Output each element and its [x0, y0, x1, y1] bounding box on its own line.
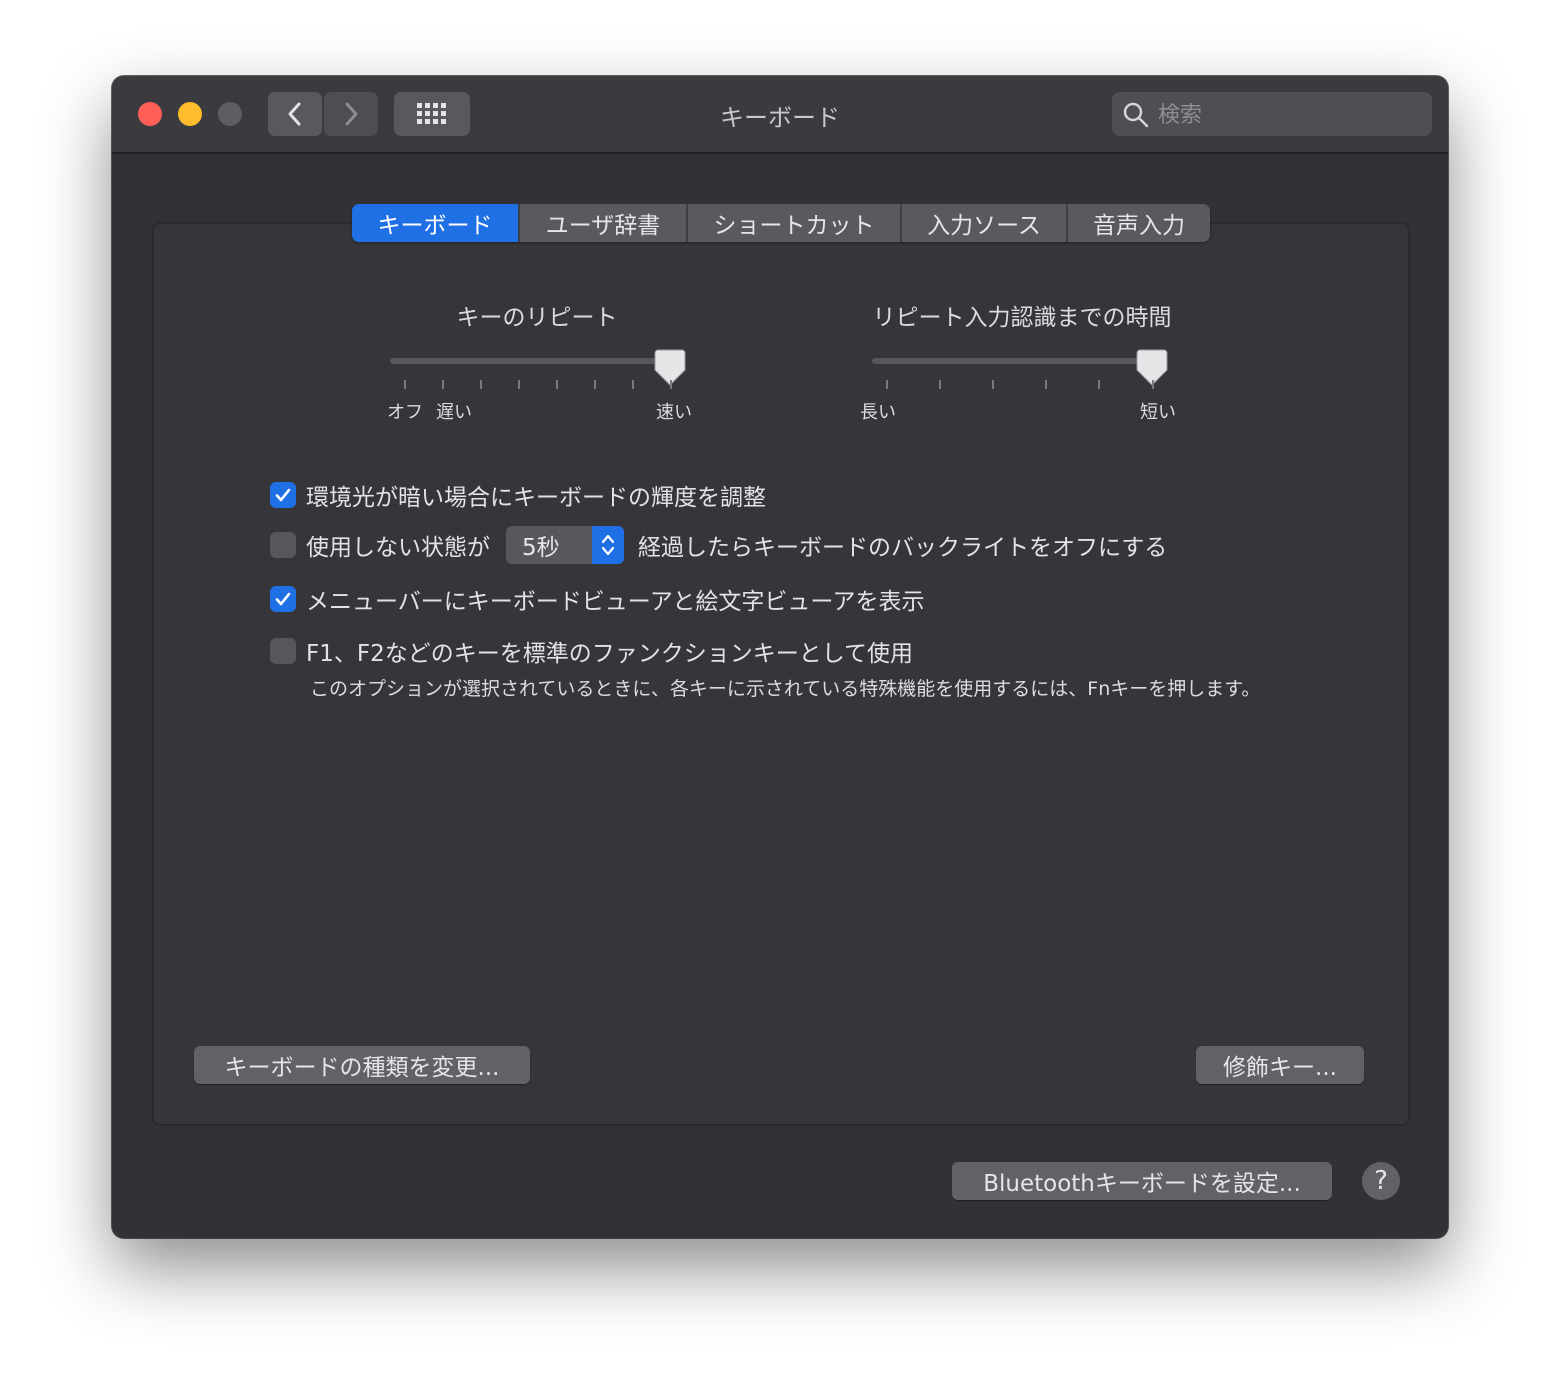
slider-tick: [886, 380, 888, 389]
slider-tick: [594, 380, 596, 389]
repeat-delay-long-label: 長い: [860, 402, 896, 423]
key-repeat-off-label: オフ: [387, 402, 423, 423]
tab-user-dictionary[interactable]: ユーザ辞書: [520, 204, 688, 242]
key-repeat-title: キーのリピート: [456, 305, 618, 331]
fn-keys-checkbox[interactable]: [270, 638, 296, 664]
repeat-delay-short-label: 短い: [1140, 402, 1176, 423]
fn-keys-note: このオプションが選択されているときに、各キーに示されている特殊機能を使用するには…: [310, 678, 1261, 700]
repeat-delay-slider-track[interactable]: [872, 358, 1162, 364]
ambient-light-label[interactable]: 環境光が暗い場合にキーボードの輝度を調整: [306, 478, 766, 512]
updown-arrows-icon: [592, 526, 624, 564]
backlight-off-checkbox[interactable]: [270, 532, 296, 558]
help-button[interactable]: ?: [1362, 1162, 1400, 1200]
repeat-delay-title: リピート入力認識までの時間: [872, 305, 1172, 331]
modifier-keys-button[interactable]: 修飾キー...: [1196, 1046, 1364, 1084]
checkmark-icon: [275, 592, 291, 606]
tab-input-sources[interactable]: 入力ソース: [902, 204, 1068, 242]
ambient-light-checkbox[interactable]: [270, 482, 296, 508]
slider-tick: [992, 380, 994, 389]
backlight-off-suffix-label: 経過したらキーボードのバックライトをオフにする: [638, 535, 1168, 561]
menubar-viewer-option: メニューバーにキーボードビューアと絵文字ビューアを表示: [270, 582, 924, 616]
key-repeat-slider-track[interactable]: [390, 358, 680, 364]
tab-keyboard[interactable]: キーボード: [352, 204, 520, 242]
slider-tick: [518, 380, 520, 389]
checkmark-icon: [275, 488, 291, 502]
slider-tick: [480, 380, 482, 389]
key-repeat-fast-label: 速い: [656, 402, 692, 423]
menubar-viewer-checkbox[interactable]: [270, 586, 296, 612]
fn-keys-label[interactable]: F1、F2などのキーを標準のファンクションキーとして使用: [306, 634, 913, 668]
menubar-viewer-label[interactable]: メニューバーにキーボードビューアと絵文字ビューアを表示: [306, 582, 924, 616]
title-bar: キーボード: [112, 76, 1448, 154]
tab-dictation[interactable]: 音声入力: [1068, 204, 1210, 242]
slider-tick: [632, 380, 634, 389]
keyboard-preferences-window: キーボード キーボード ユーザ辞書 ショートカット 入力ソース 音声入力 キーの…: [112, 76, 1448, 1238]
backlight-off-prefix-label[interactable]: 使用しない状態が: [306, 528, 490, 562]
slider-tick: [1098, 380, 1100, 389]
search-icon: [1123, 102, 1149, 128]
key-repeat-slow-label: 遅い: [436, 402, 472, 423]
slider-tick: [1152, 380, 1154, 389]
setup-bluetooth-keyboard-button[interactable]: Bluetoothキーボードを設定...: [952, 1162, 1332, 1200]
search-field[interactable]: [1112, 92, 1432, 136]
slider-tick: [939, 380, 941, 389]
slider-tick: [442, 380, 444, 389]
slider-tick: [404, 380, 406, 389]
change-keyboard-type-button[interactable]: キーボードの種類を変更...: [194, 1046, 530, 1084]
backlight-off-option: 使用しない状態が 5秒 経過したらキーボードのバックライトをオフにする: [270, 526, 1167, 564]
fn-keys-option: F1、F2などのキーを標準のファンクションキーとして使用: [270, 634, 913, 668]
tab-shortcuts[interactable]: ショートカット: [688, 204, 902, 242]
search-input[interactable]: [1156, 98, 1420, 132]
slider-tick: [556, 380, 558, 389]
backlight-timeout-value: 5秒: [522, 535, 560, 561]
slider-tick: [1045, 380, 1047, 389]
tab-bar: キーボード ユーザ辞書 ショートカット 入力ソース 音声入力: [352, 204, 1210, 242]
ambient-light-option: 環境光が暗い場合にキーボードの輝度を調整: [270, 478, 766, 512]
backlight-timeout-select[interactable]: 5秒: [506, 526, 624, 564]
slider-tick: [670, 380, 672, 389]
